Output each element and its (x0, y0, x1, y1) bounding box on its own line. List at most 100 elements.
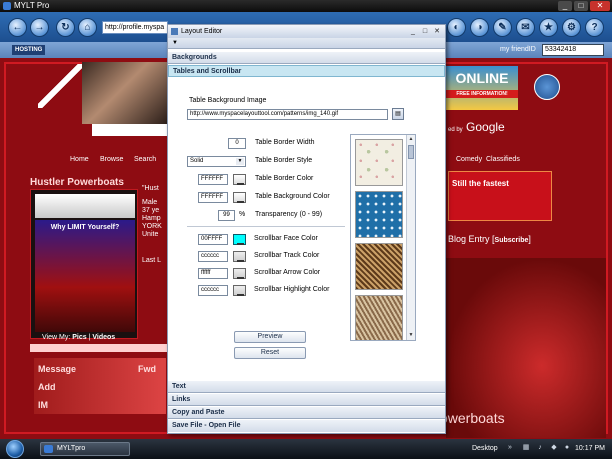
tool-icon-3[interactable]: ✎ (493, 18, 512, 37)
pattern-list[interactable]: ▲ ▼ (350, 134, 416, 341)
border-color-label: Table Border Color (255, 175, 314, 182)
hosting-button[interactable]: HOSTING (12, 45, 46, 55)
google-label: ed by Google (448, 120, 505, 134)
boat-ad-text: Why LIMIT Yourself? (50, 224, 120, 231)
subscribe-link[interactable]: Subscribe (495, 237, 529, 244)
tool-icon-1[interactable]: ◐ (447, 18, 466, 37)
clock[interactable]: 10:17 PM (575, 443, 605, 455)
border-color-picker[interactable] (233, 174, 246, 185)
send-message-link[interactable]: Message (38, 364, 76, 374)
section-tables-scrollbar[interactable]: Tables and Scrollbar (168, 65, 445, 77)
collapse-arrow-icon[interactable]: ▼ (168, 38, 445, 49)
preview-button[interactable]: Preview (234, 331, 306, 343)
view-videos-link[interactable]: Videos (92, 334, 115, 341)
scroll-up-icon[interactable]: ▲ (407, 135, 415, 143)
scrollbar-face-picker[interactable] (233, 234, 246, 245)
pattern-tile[interactable] (355, 139, 403, 186)
view-pics-link[interactable]: Pics (72, 334, 86, 341)
banner-photo (82, 62, 168, 124)
friend-id-input[interactable]: 53342418 (542, 44, 604, 56)
person-icon[interactable] (534, 74, 560, 100)
close-button[interactable]: ✕ (590, 1, 610, 11)
blog-entry-label: Blog Entry (448, 234, 490, 244)
bg-color-input[interactable]: FFFFFF (198, 192, 228, 203)
nav-search[interactable]: Search (134, 156, 156, 163)
section-save-open[interactable]: Save File - Open File (168, 420, 445, 432)
home-icon[interactable]: ⌂ (78, 18, 97, 37)
dialog-minimize-button[interactable]: _ (408, 27, 418, 36)
reset-button[interactable]: Reset (234, 347, 306, 359)
section-copy-paste[interactable]: Copy and Paste (168, 407, 445, 419)
security-icon[interactable]: ◆ (550, 444, 558, 452)
forward-link[interactable]: Fwd (138, 364, 156, 374)
boat-ad-top[interactable] (35, 194, 135, 218)
maximize-button[interactable]: □ (574, 1, 588, 11)
tool-icon-4[interactable]: ✉ (516, 18, 535, 37)
network-icon[interactable]: ▦ (522, 444, 530, 452)
section-links[interactable]: Links (168, 394, 445, 406)
nav-comedy[interactable]: Comedy Classifieds (456, 156, 520, 163)
border-color-input[interactable]: FFFFFF (198, 174, 228, 185)
dialog-maximize-button[interactable]: □ (420, 27, 430, 36)
site-logo (38, 64, 82, 108)
scroll-down-icon[interactable]: ▼ (407, 331, 415, 339)
border-width-input[interactable]: 0 (228, 138, 246, 149)
taskbar-item-label: MYLTpro (57, 445, 86, 452)
minimize-button[interactable]: _ (558, 1, 572, 11)
nav-browse[interactable]: Browse (100, 156, 123, 163)
refresh-icon[interactable]: ↻ (56, 18, 75, 37)
dialog-close-button[interactable]: ✕ (432, 27, 442, 36)
section-text[interactable]: Text (168, 381, 445, 393)
desktop-toolbar[interactable]: Desktop (472, 443, 498, 455)
transparency-input[interactable]: 99 (218, 210, 235, 221)
scrollbar-highlight-label: Scrollbar Highlight Color (254, 286, 330, 293)
url-input[interactable]: http://profile.myspa (102, 21, 168, 34)
profile-line: YORK (142, 223, 162, 230)
im-link[interactable]: IM (38, 400, 48, 410)
scrollbar-track-input[interactable]: cccccc (198, 251, 228, 262)
border-style-select[interactable]: Solid ▼ (187, 156, 246, 167)
friend-id-label: my friendID (500, 46, 536, 53)
bg-color-picker[interactable] (233, 192, 246, 203)
tray-icon[interactable]: ● (563, 444, 571, 452)
scrollbar-arrow-input[interactable]: ffffff (198, 268, 228, 279)
profile-ad-column: Why LIMIT Yourself? (30, 189, 138, 339)
volume-icon[interactable]: ♪ (536, 444, 544, 452)
profile-line: 37 ye (142, 207, 160, 214)
forward-arrow-icon[interactable]: → (30, 18, 49, 37)
browse-folder-icon[interactable]: ▤ (392, 108, 404, 120)
taskbar: MYLTpro Desktop » ▦ ♪ ◆ ● 10:17 PM (0, 439, 612, 459)
table-bg-image-input[interactable]: http://www.myspacelayouttool.com/pattern… (187, 109, 388, 120)
blog-entry-heading: Blog Entry [Subscribe] (448, 234, 531, 244)
profile-line: Hamp (142, 215, 161, 222)
border-style-value: Solid (190, 158, 204, 164)
pattern-tile[interactable] (355, 295, 403, 340)
nav-home[interactable]: Home (70, 156, 89, 163)
chevron-icon[interactable]: » (506, 444, 514, 452)
tool-icon-6[interactable]: ⚙ (562, 18, 581, 37)
scrollbar-face-input[interactable]: 00FFFF (198, 234, 228, 245)
powerboats-text: owerboats (440, 410, 505, 426)
taskbar-item-myltpro[interactable]: MYLTpro (40, 442, 130, 456)
back-arrow-icon[interactable]: ← (8, 18, 27, 37)
scrollbar-highlight-input[interactable]: cccccc (198, 285, 228, 296)
scroll-thumb[interactable] (408, 145, 414, 159)
search-strip[interactable] (92, 124, 168, 136)
pattern-scrollbar[interactable]: ▲ ▼ (406, 135, 415, 340)
transparency-unit: % (239, 211, 246, 218)
pattern-tile[interactable] (355, 191, 403, 238)
online-ad[interactable]: ONLINE FREE INFORMATION! (446, 66, 518, 110)
pattern-tile[interactable] (355, 243, 403, 290)
tool-icon-2[interactable]: ◑ (470, 18, 489, 37)
add-friend-link[interactable]: Add (38, 382, 56, 392)
tool-icon-7[interactable]: ? (585, 18, 604, 37)
scrollbar-track-picker[interactable] (233, 251, 246, 262)
view-my-label: View My: (42, 334, 71, 341)
boat-ad-main[interactable]: Why LIMIT Yourself? (35, 220, 135, 332)
scrollbar-highlight-picker[interactable] (233, 285, 246, 296)
start-button[interactable] (6, 440, 24, 458)
bg-color-label: Table Background Color (255, 193, 330, 200)
scrollbar-arrow-picker[interactable] (233, 268, 246, 279)
tool-icon-5[interactable]: ★ (539, 18, 558, 37)
section-backgrounds[interactable]: Backgrounds (168, 52, 445, 64)
